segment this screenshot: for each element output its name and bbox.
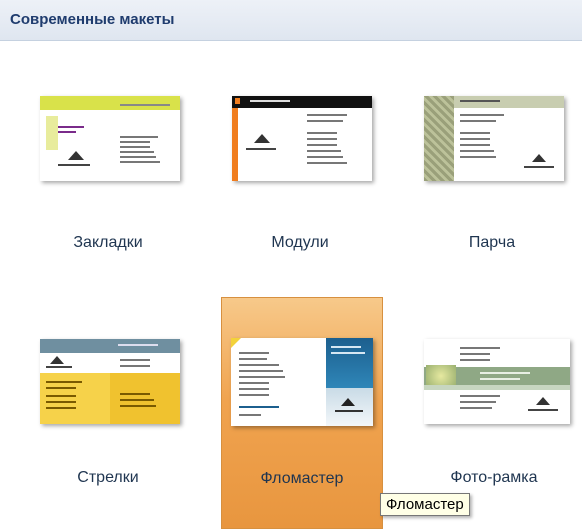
template-tile-moduli[interactable]: Модули — [220, 78, 380, 308]
template-label: Стрелки — [77, 469, 139, 486]
template-tile-strelki[interactable]: Стрелки — [28, 297, 188, 527]
template-thumbnail — [231, 338, 373, 426]
template-thumbnail — [232, 96, 372, 181]
template-tile-parcha[interactable]: Парча — [412, 78, 572, 308]
template-thumbnail — [424, 339, 570, 424]
template-label: Фломастер — [260, 470, 344, 487]
template-thumbnail — [40, 339, 180, 424]
template-tile-zakladki[interactable]: Закладки — [28, 78, 188, 308]
template-thumbnail — [40, 96, 180, 181]
tooltip: Фломастер — [380, 493, 470, 516]
gallery-section-header: Современные макеты — [0, 0, 582, 41]
section-title: Современные макеты — [10, 11, 175, 28]
template-label: Модули — [271, 234, 329, 251]
template-thumbnail — [424, 96, 564, 181]
template-label: Закладки — [73, 234, 143, 251]
template-label: Парча — [468, 234, 516, 251]
template-tile-flomaster[interactable]: Фломастер — [221, 297, 383, 529]
template-label: Фото-рамка — [450, 469, 538, 486]
